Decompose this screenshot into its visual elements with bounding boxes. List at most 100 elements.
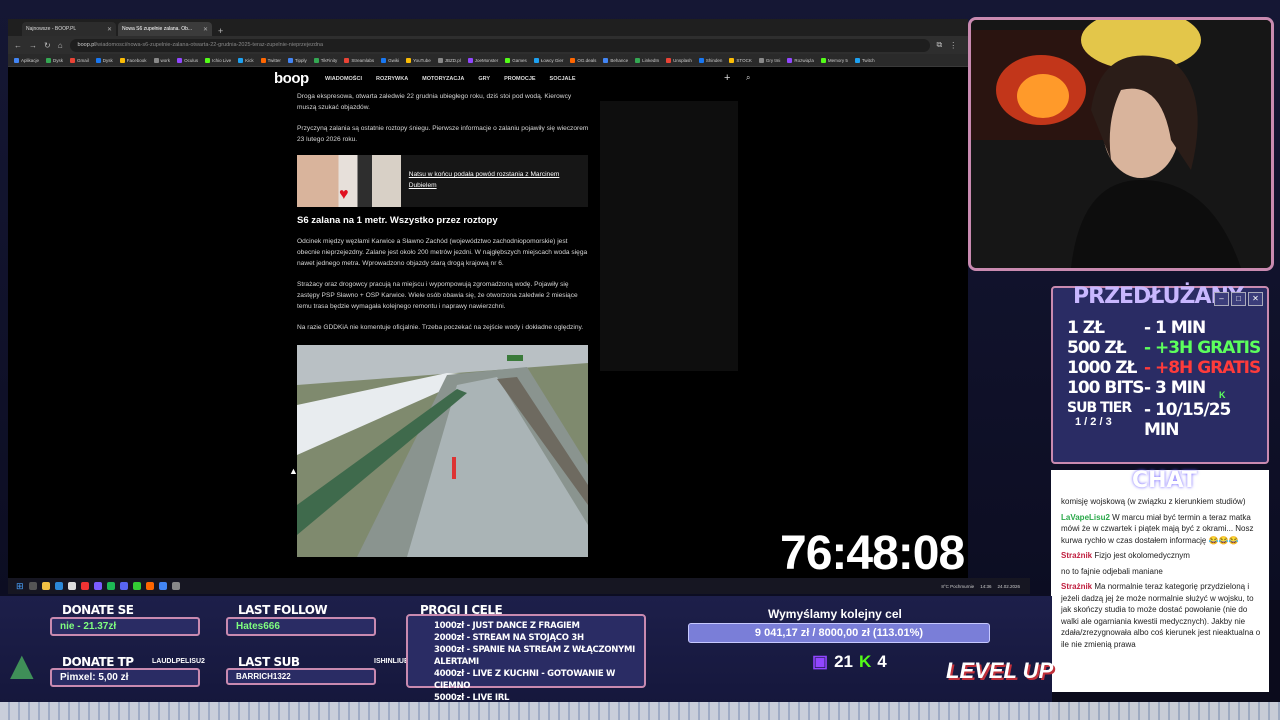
browser-toolbar: ← → ↻ ⌂ boop.pl/wiadomosci/nowa-s6-zupel… bbox=[8, 36, 968, 54]
k-marker: K bbox=[1219, 390, 1226, 400]
related-article-card[interactable]: ♥ Natsu w końcu podała powód rozstania z… bbox=[297, 155, 588, 207]
bookmark-item[interactable]: Behance bbox=[603, 57, 628, 63]
search-icon[interactable] bbox=[28, 582, 37, 590]
plus-icon[interactable]: + bbox=[724, 72, 730, 84]
windows-start-icon[interactable]: ⊞ bbox=[16, 581, 24, 592]
bookmark-item[interactable]: TikFinity bbox=[313, 57, 337, 63]
bookmark-item[interactable]: JoeMonster bbox=[467, 57, 498, 63]
bookmark-item[interactable]: Twitter bbox=[260, 57, 281, 63]
clock-time[interactable]: 14:36 bbox=[980, 584, 991, 589]
chat-username[interactable]: Strażnik bbox=[1061, 551, 1092, 560]
discord-icon[interactable] bbox=[119, 582, 128, 590]
stream-timer: 76:48:08 bbox=[780, 527, 965, 580]
bookmark-item[interactable]: OG.deals bbox=[570, 57, 596, 63]
bookmark-item[interactable]: Unsplash bbox=[666, 57, 692, 63]
forward-icon[interactable]: → bbox=[29, 41, 37, 50]
chrome-icon[interactable] bbox=[158, 582, 167, 590]
bookmark-item[interactable]: Memory 5 bbox=[820, 57, 848, 63]
obs-icon[interactable] bbox=[145, 582, 154, 590]
bookmark-item[interactable]: Łowcy Gier bbox=[533, 57, 563, 63]
price-amount: SUB TIER bbox=[1067, 400, 1132, 416]
nav-link-socjale[interactable]: SOCJALE bbox=[550, 76, 576, 82]
bookmark-item[interactable]: YouTube bbox=[406, 57, 431, 63]
bookmark-item[interactable]: Facebook bbox=[119, 57, 147, 63]
bookmark-item[interactable]: Shinden bbox=[698, 57, 722, 63]
goal-progress-text: 9 041,17 zł / 8000,00 zł (113.01%) bbox=[754, 627, 924, 639]
nav-link-wiadomosci[interactable]: WIADOMOŚCI bbox=[325, 76, 362, 82]
nav-link-rozrywka[interactable]: ROZRYWKA bbox=[376, 76, 408, 82]
bookmark-item[interactable]: LinkedIn bbox=[635, 57, 659, 63]
bookmark-item[interactable]: Gwiki bbox=[381, 57, 399, 63]
price-amount: 100 BITS bbox=[1067, 378, 1145, 398]
steam-icon[interactable] bbox=[171, 582, 180, 590]
address-bar[interactable]: boop.pl/wiadomosci/nowa-s6-zupelnie-zala… bbox=[69, 38, 930, 52]
bookmark-favicon-icon bbox=[70, 57, 76, 63]
bookmark-item[interactable]: Streamlabs bbox=[344, 57, 375, 63]
search-icon[interactable]: ⌕ bbox=[746, 73, 750, 83]
chat-panel: komisję wojskową (w związku z kierunkiem… bbox=[1051, 470, 1269, 692]
nav-link-promocje[interactable]: PROMOCJE bbox=[504, 76, 535, 82]
chat-message: no to fajnie odjebali maniane bbox=[1051, 564, 1269, 580]
bookmark-item[interactable]: STOCK bbox=[729, 57, 752, 63]
bookmark-label: Games bbox=[512, 57, 527, 63]
chat-message: LaVapeLisu2 W marcu miał być termin a te… bbox=[1051, 510, 1269, 549]
new-tab-icon[interactable]: + bbox=[214, 26, 227, 36]
back-icon[interactable]: ← bbox=[14, 41, 22, 50]
bookmark-item[interactable]: Rozwiąża bbox=[787, 57, 814, 63]
nav-link-gry[interactable]: GRY bbox=[478, 76, 490, 82]
xbox-icon[interactable] bbox=[132, 582, 141, 590]
notepad-icon[interactable] bbox=[67, 582, 76, 590]
bookmark-item[interactable]: Ichio Live bbox=[205, 57, 231, 63]
close-tab-icon[interactable]: ✕ bbox=[107, 26, 112, 33]
goal-item: 1000zł - JUST DANCE Z FRAGIEM bbox=[434, 621, 580, 631]
bookmark-favicon-icon bbox=[406, 57, 412, 63]
nav-link-motoryzacja[interactable]: MOTORYZACJA bbox=[422, 76, 464, 82]
bookmark-item[interactable]: Dysk bbox=[95, 57, 113, 63]
bookmark-item[interactable]: Dysk bbox=[46, 57, 63, 63]
browser-tab-najnowsze[interactable]: Najnowsze - BOOP.PL ✕ bbox=[22, 22, 116, 36]
goal-item: 4000zł - LIVE Z KUCHNI - GOTOWANIE W CIE… bbox=[434, 669, 616, 691]
tiktok-icon[interactable] bbox=[80, 582, 89, 590]
twitch-icon[interactable] bbox=[93, 582, 102, 590]
chat-username[interactable]: Strażnik bbox=[1061, 582, 1092, 591]
bookmark-item[interactable]: Tipply bbox=[287, 57, 307, 63]
chat-message: komisję wojskową (w związku z kierunkiem… bbox=[1051, 494, 1269, 510]
menu-icon[interactable]: ⋮ bbox=[949, 41, 957, 50]
bookmark-item[interactable]: Games bbox=[505, 57, 527, 63]
chat-username[interactable]: LaVapeLisu2 bbox=[1061, 513, 1110, 522]
chat-message: Strażnik Fizjo jest okolomedycznym bbox=[1051, 548, 1269, 564]
bookmark-label: Dysk bbox=[102, 57, 113, 63]
bookmark-item[interactable]: Oculus bbox=[177, 57, 198, 63]
bookmark-item[interactable]: Kick bbox=[238, 57, 254, 63]
file-explorer-icon[interactable] bbox=[41, 582, 50, 590]
bookmark-item[interactable]: JBZD.pl bbox=[437, 57, 461, 63]
bookmark-item[interactable]: work bbox=[153, 57, 170, 63]
sub-counters: ▣ 21 K 4 bbox=[812, 652, 887, 672]
bookmark-favicon-icon bbox=[205, 57, 211, 63]
article-paragraph: Strażacy oraz drogowcy pracują na miejsc… bbox=[297, 281, 578, 310]
bookmark-label: Tipply bbox=[294, 57, 307, 63]
home-icon[interactable]: ⌂ bbox=[58, 41, 63, 50]
bookmark-favicon-icon bbox=[238, 57, 244, 63]
close-tab-icon[interactable]: ✕ bbox=[203, 26, 208, 33]
bookmark-favicon-icon bbox=[313, 57, 319, 63]
edge-icon[interactable] bbox=[54, 582, 63, 590]
bookmark-item[interactable]: Aplikacje bbox=[14, 57, 39, 63]
weather-status[interactable]: 8°C Pochmurnie bbox=[941, 584, 974, 589]
donate-se-label: DONATE SE bbox=[62, 603, 134, 617]
clock-date[interactable]: 24.02.2026 bbox=[997, 584, 1020, 589]
reload-icon[interactable]: ↻ bbox=[44, 41, 51, 50]
bookmark-item[interactable]: Gry tmi bbox=[758, 57, 780, 63]
twitch-icon: ▣ bbox=[812, 652, 829, 671]
bookmark-item[interactable]: Gmail bbox=[70, 57, 89, 63]
bookmark-label: Streamlabs bbox=[351, 57, 375, 63]
extensions-icon[interactable]: ⧉ bbox=[937, 40, 943, 50]
bookmark-item[interactable]: Twitch bbox=[854, 57, 875, 63]
site-logo[interactable]: boop bbox=[274, 70, 309, 87]
subathon-prices-panel: PRZEDŁUŻANY – □ ✕ 1 ZŁ - 1 MIN 500 ZŁ - +3… bbox=[1051, 284, 1269, 464]
minimize-icon: – bbox=[1214, 292, 1229, 306]
last-sub-label: LAST SUB bbox=[238, 655, 300, 669]
related-article-link[interactable]: Natsu w końcu podała powód rozstania z M… bbox=[401, 155, 588, 207]
spotify-icon[interactable] bbox=[106, 582, 115, 590]
browser-tab-article[interactable]: Nowa S6 zupełnie zalana. Ob... ✕ bbox=[118, 22, 212, 36]
